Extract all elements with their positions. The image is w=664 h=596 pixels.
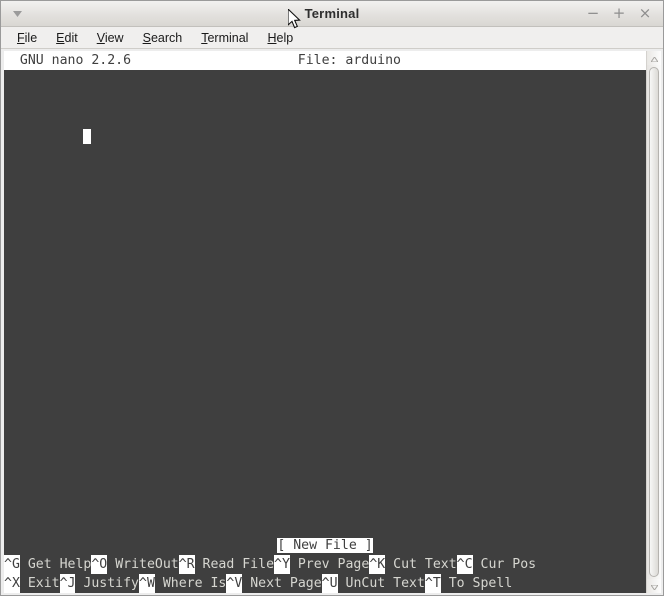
menu-label-rest: elp — [276, 30, 294, 45]
menubar: File Edit View Search Terminal Help — [1, 27, 663, 49]
shortcut-label: UnCut Text — [337, 576, 425, 591]
shortcut-get-help[interactable]: ^G Get Help — [4, 555, 91, 574]
menu-label-rest: earch — [150, 30, 183, 45]
terminal-scrollbar[interactable] — [646, 51, 661, 593]
shortcut-label: Justify — [75, 576, 140, 591]
shortcut-label: Get Help — [19, 557, 92, 572]
shortcut-key: ^O — [91, 555, 108, 574]
shortcut-next-page[interactable]: ^V Next Page — [226, 574, 322, 593]
terminal-region: GNU nano 2.2.6 File: arduino [ New File … — [1, 49, 663, 595]
shortcut-key: ^T — [424, 574, 441, 593]
shortcut-cut-text[interactable]: ^K Cut Text — [369, 555, 457, 574]
shortcut-justify[interactable]: ^J Justify — [59, 574, 140, 593]
menu-mnemonic: E — [56, 30, 65, 45]
shortcut-exit[interactable]: ^X Exit — [4, 574, 60, 593]
window-controls: − + × — [581, 1, 657, 26]
shortcut-label: To Spell — [440, 576, 513, 591]
nano-shortcut-row-1: ^G Get Help ^O WriteOut ^R Read File ^Y … — [4, 555, 646, 574]
shortcut-label: Cut Text — [385, 557, 457, 572]
window-menu-button[interactable] — [1, 1, 27, 26]
shortcut-key: ^V — [226, 574, 243, 593]
shortcut-key: ^Y — [274, 555, 290, 574]
shortcut-label: Where Is — [154, 576, 227, 591]
menu-item-view[interactable]: View — [90, 30, 131, 46]
nano-shortcut-bar: ^G Get Help ^O WriteOut ^R Read File ^Y … — [4, 555, 646, 593]
menu-label-rest: ile — [24, 30, 38, 45]
shortcut-key: ^G — [4, 555, 20, 574]
menu-label-rest: dit — [64, 30, 78, 45]
nano-edit-area[interactable] — [4, 70, 646, 536]
shortcut-label: WriteOut — [107, 557, 179, 572]
shortcut-prev-page[interactable]: ^Y Prev Page — [274, 555, 369, 574]
menu-item-search[interactable]: Search — [136, 30, 190, 46]
minimize-button[interactable]: − — [581, 4, 605, 24]
shortcut-key: ^X — [4, 574, 20, 593]
menu-item-help[interactable]: Help — [260, 30, 300, 46]
scrollbar-up-button[interactable] — [647, 51, 661, 65]
shortcut-key: ^K — [369, 555, 386, 574]
menu-label-rest: iew — [104, 30, 124, 45]
menu-mnemonic: F — [17, 30, 25, 45]
shortcut-label: Next Page — [242, 576, 322, 591]
nano-status-line: [ New File ] — [4, 536, 646, 555]
chevron-down-icon — [12, 10, 22, 17]
shortcut-writeout[interactable]: ^O WriteOut — [91, 555, 179, 574]
shortcut-label: Cur Pos — [472, 557, 537, 572]
nano-editor-line — [4, 109, 646, 144]
menu-item-terminal[interactable]: Terminal — [194, 30, 255, 46]
nano-header-bar: GNU nano 2.2.6 File: arduino — [4, 51, 646, 70]
shortcut-key: ^U — [321, 574, 338, 593]
maximize-button[interactable]: + — [607, 4, 631, 24]
terminal-screen[interactable]: GNU nano 2.2.6 File: arduino [ New File … — [4, 51, 646, 593]
shortcut-where-is[interactable]: ^W Where Is — [139, 574, 226, 593]
shortcut-label: Prev Page — [289, 557, 370, 572]
nano-status-text: [ New File ] — [277, 538, 373, 553]
nano-shortcut-row-2: ^X Exit ^J Justify ^W Where Is ^V Next P… — [4, 574, 646, 593]
menu-item-edit[interactable]: Edit — [49, 30, 85, 46]
close-button[interactable]: × — [633, 4, 657, 24]
shortcut-to-spell[interactable]: ^T To Spell — [424, 574, 513, 593]
window-title: Terminal — [304, 6, 360, 21]
shortcut-key: ^R — [178, 555, 195, 574]
scrollbar-thumb[interactable] — [649, 67, 659, 577]
menu-mnemonic: S — [142, 30, 151, 45]
shortcut-label: Exit — [19, 576, 60, 591]
scrollbar-down-button[interactable] — [647, 579, 661, 593]
shortcut-read-file[interactable]: ^R Read File — [178, 555, 275, 574]
shortcut-label: Read File — [194, 557, 275, 572]
shortcut-key: ^C — [456, 555, 473, 574]
menu-mnemonic: V — [96, 30, 105, 45]
terminal-window: Terminal − + × File Edit View Search Ter… — [0, 0, 664, 596]
shortcut-uncut-text[interactable]: ^U UnCut Text — [321, 574, 425, 593]
shortcut-cur-pos[interactable]: ^C Cur Pos — [456, 555, 537, 574]
shortcut-key: ^W — [139, 574, 155, 593]
window-titlebar[interactable]: Terminal − + × — [1, 1, 663, 27]
scrollbar-track[interactable] — [647, 65, 661, 579]
text-cursor — [83, 129, 92, 144]
triangle-down-icon — [649, 577, 659, 595]
menu-item-file[interactable]: File — [10, 30, 44, 46]
shortcut-key: ^J — [59, 574, 76, 593]
menu-label-rest: erminal — [207, 30, 249, 45]
menu-mnemonic: H — [267, 30, 277, 45]
